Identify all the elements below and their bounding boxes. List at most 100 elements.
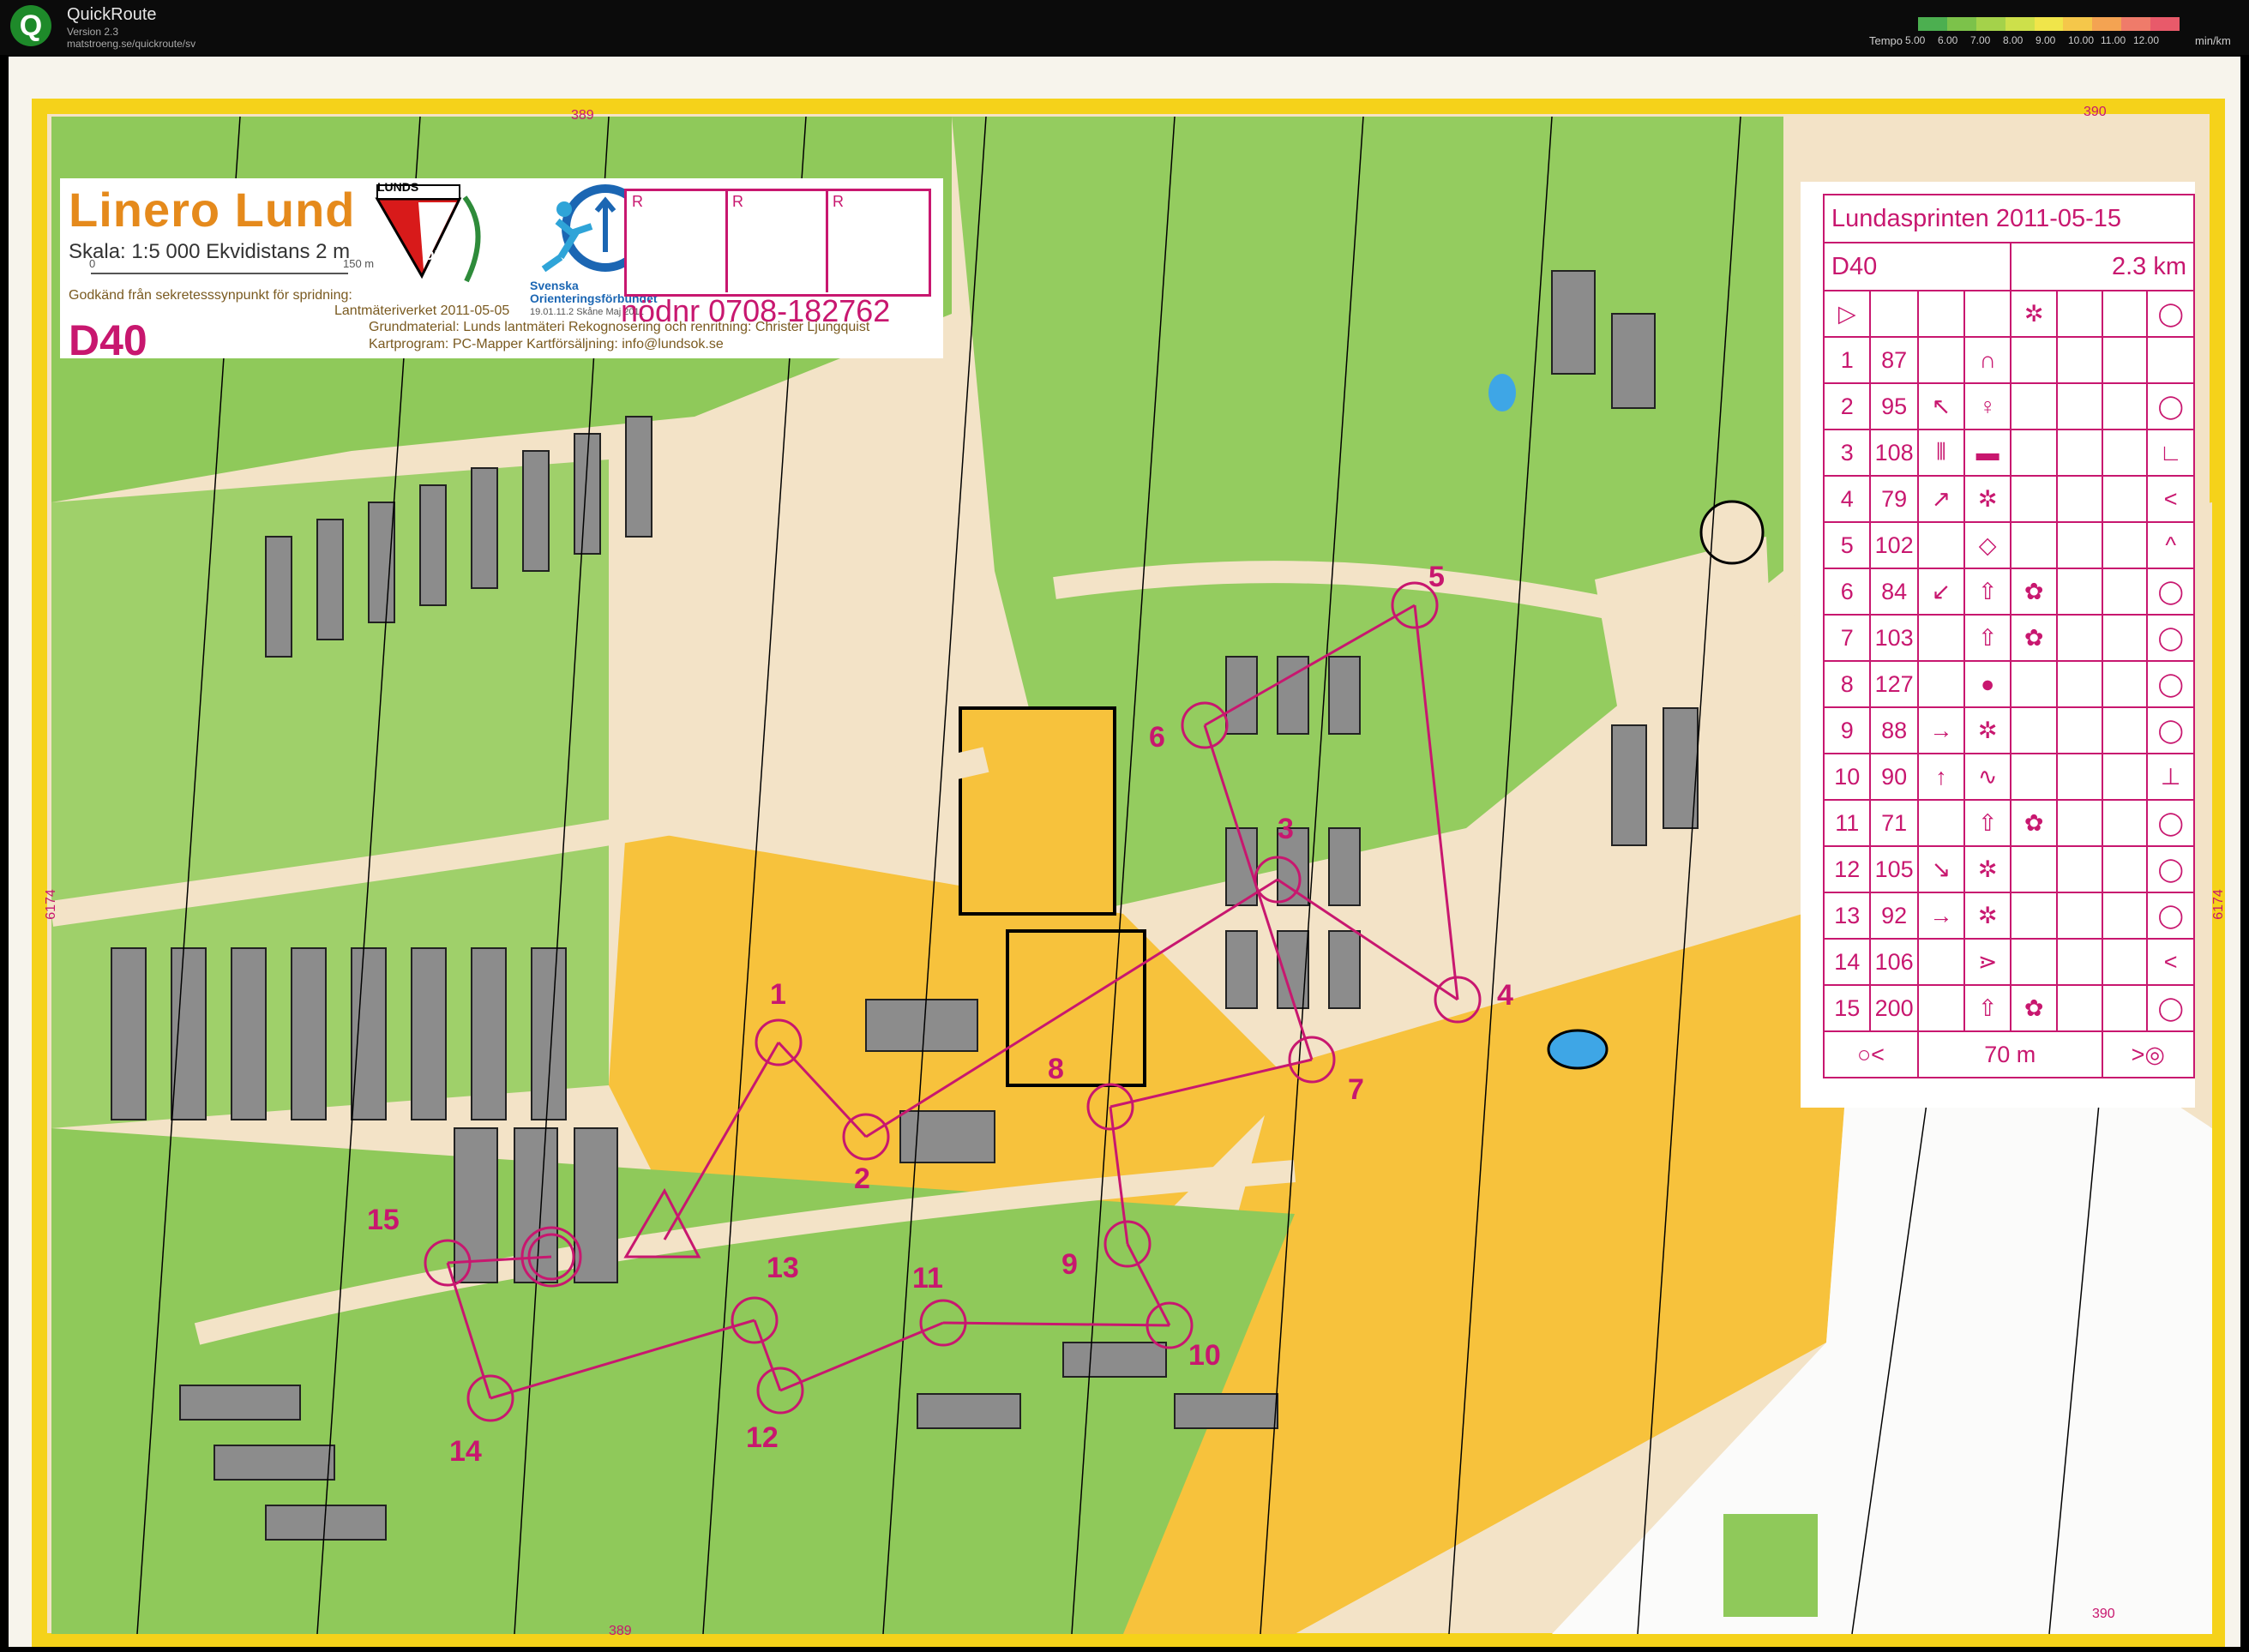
position-icon: ◯ bbox=[2146, 799, 2195, 847]
position-icon: ◯ bbox=[2146, 568, 2195, 616]
control-row: 6 84 ↙ ⇧ ✿ ◯ bbox=[1822, 568, 2195, 616]
control-row: 14 106 ⋗ < bbox=[1822, 938, 2195, 986]
empty-cell bbox=[2056, 382, 2103, 430]
control-number: 12 bbox=[746, 1421, 779, 1454]
control-row: 3 108 ⫴ ▬ ∟ bbox=[1822, 429, 2195, 477]
tempo-tick: 8.00 bbox=[2003, 34, 2023, 46]
tempo-color-swatch bbox=[1918, 17, 1947, 31]
scale-end: 150 m bbox=[343, 257, 375, 270]
control-code-cell: 79 bbox=[1869, 475, 1919, 523]
start-icon: ▷ bbox=[1822, 290, 1872, 338]
map-title: Linero Lund bbox=[69, 183, 356, 237]
direction-icon bbox=[1916, 984, 1966, 1032]
tempo-ticks: 5.00 6.00 7.00 8.00 9.00 10.00 11.00 12.00 bbox=[1905, 34, 2188, 48]
app-title: QuickRoute bbox=[67, 5, 157, 24]
tempo-color-swatch bbox=[2005, 17, 2035, 31]
empty-cell bbox=[2056, 845, 2103, 893]
direction-icon bbox=[1916, 938, 1966, 986]
position-icon: < bbox=[2146, 938, 2195, 986]
tempo-color-swatch bbox=[2121, 17, 2151, 31]
direction-icon bbox=[1916, 336, 1966, 384]
control-description-sheet: Lundasprinten 2011-05-15 D40 2.3 km ▷ ✲ … bbox=[1801, 182, 2196, 1108]
detail-icon bbox=[2010, 336, 2059, 384]
tempo-color-scale bbox=[1918, 17, 2180, 31]
tempo-unit: min/km bbox=[2195, 34, 2231, 47]
empty-cell bbox=[2101, 660, 2149, 708]
direction-icon: ↖ bbox=[1916, 382, 1966, 430]
control-number-cell: 4 bbox=[1822, 475, 1872, 523]
control-number-cell: 14 bbox=[1822, 938, 1872, 986]
feature-icon: ✲ bbox=[1963, 892, 2012, 940]
feature-icon: ◇ bbox=[1963, 521, 2012, 569]
empty-cell bbox=[2056, 938, 2103, 986]
position-icon bbox=[2146, 336, 2195, 384]
tempo-color-swatch bbox=[2034, 17, 2064, 31]
tempo-color-swatch bbox=[1946, 17, 1976, 31]
detail-icon: ✿ bbox=[2010, 799, 2059, 847]
feature-icon: ✲ bbox=[1963, 845, 2012, 893]
detail-icon bbox=[2010, 429, 2059, 477]
credits-line: Kartprogram: PC-Mapper Kartförsäljning: … bbox=[369, 337, 724, 351]
control-number: 11 bbox=[912, 1262, 943, 1295]
detail-icon bbox=[2010, 706, 2059, 754]
position-icon: ◯ bbox=[2146, 660, 2195, 708]
empty-cell bbox=[2056, 475, 2103, 523]
empty-cell bbox=[2101, 382, 2149, 430]
tempo-tick: 12.00 bbox=[2133, 34, 2160, 46]
control-number: 9 bbox=[1061, 1248, 1078, 1281]
control-number: 7 bbox=[1348, 1073, 1364, 1106]
empty-cell bbox=[2056, 799, 2103, 847]
position-icon: ^ bbox=[2146, 521, 2195, 569]
position-icon: ◯ bbox=[2146, 614, 2195, 662]
control-number: 2 bbox=[854, 1162, 870, 1195]
course-class: D40 bbox=[1822, 242, 2012, 291]
app-url[interactable]: matstroeng.se/quickroute/sv bbox=[67, 38, 195, 50]
control-code-cell: 103 bbox=[1869, 614, 1919, 662]
control-number: 4 bbox=[1497, 979, 1513, 1012]
class-label: D40 bbox=[69, 316, 147, 364]
pond bbox=[1488, 374, 1516, 411]
control-code-cell: 200 bbox=[1869, 984, 1919, 1032]
control-code-cell: 71 bbox=[1869, 799, 1919, 847]
empty-cell bbox=[2056, 336, 2103, 384]
approval-text: Godkänd från sekretesssynpunkt för sprid… bbox=[69, 288, 352, 303]
orienteering-map[interactable]: 389 390 389 390 6174 6174 1 2 3 4 5 6 7 … bbox=[9, 57, 2240, 1647]
control-code-cell: 108 bbox=[1869, 429, 1919, 477]
punch-box: R bbox=[627, 191, 728, 292]
detail-icon bbox=[2010, 753, 2059, 801]
tempo-label: Tempo bbox=[1869, 34, 1903, 47]
scale-bar bbox=[91, 267, 348, 274]
control-row: 8 127 ● ◯ bbox=[1822, 660, 2195, 708]
control-number: 15 bbox=[367, 1204, 400, 1236]
sports-field bbox=[1006, 929, 1146, 1087]
quickroute-logo-icon: Q bbox=[10, 5, 51, 46]
control-code-cell: 127 bbox=[1869, 660, 1919, 708]
empty-cell bbox=[2101, 568, 2149, 616]
position-icon: ◯ bbox=[2146, 892, 2195, 940]
map-title-box: Linero Lund Skala: 1:5 000 Ekvidistans 2… bbox=[60, 178, 943, 364]
control-number-cell: 9 bbox=[1822, 706, 1872, 754]
control-code-cell: 102 bbox=[1869, 521, 1919, 569]
tempo-tick: 7.00 bbox=[1970, 34, 1991, 46]
tempo-tick: 9.00 bbox=[2036, 34, 2056, 46]
sports-field bbox=[959, 706, 1116, 916]
feature-icon: ⋗ bbox=[1963, 938, 2012, 986]
empty-cell bbox=[2101, 521, 2149, 569]
detail-icon bbox=[2010, 382, 2059, 430]
control-number: 14 bbox=[449, 1435, 482, 1468]
tempo-color-swatch bbox=[2150, 17, 2180, 31]
control-code-cell: 84 bbox=[1869, 568, 1919, 616]
tempo-tick: 11.00 bbox=[2101, 34, 2126, 46]
tempo-tick: 5.00 bbox=[1905, 34, 1926, 46]
direction-icon: → bbox=[1916, 892, 1966, 940]
finish-distance: 70 m bbox=[1916, 1030, 2103, 1078]
empty-cell bbox=[2056, 984, 2103, 1032]
control-code-cell: 105 bbox=[1869, 845, 1919, 893]
grid-label: 390 bbox=[2084, 105, 2107, 119]
detail-icon: ✿ bbox=[2010, 614, 2059, 662]
empty-cell bbox=[2101, 892, 2149, 940]
detail-icon bbox=[2010, 938, 2059, 986]
detail-icon: ✿ bbox=[2010, 568, 2059, 616]
control-number: 13 bbox=[767, 1252, 799, 1284]
control-row: 2 95 ↖ ♀ ◯ bbox=[1822, 382, 2195, 430]
